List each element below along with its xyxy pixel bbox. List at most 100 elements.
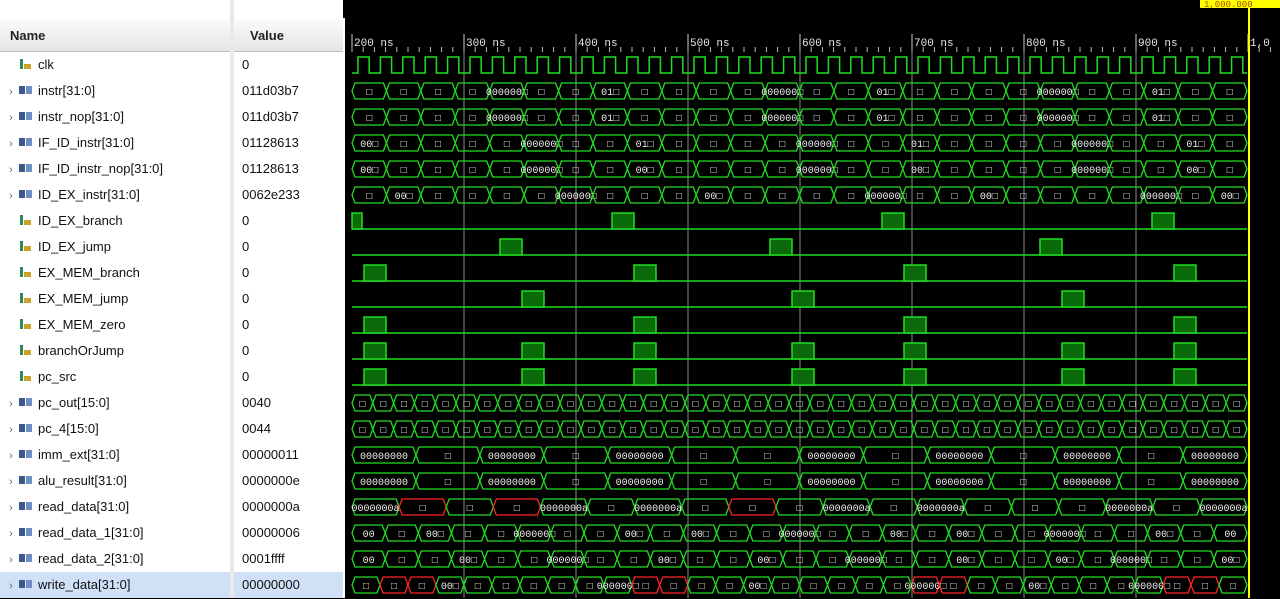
signal-row[interactable]: › pc_out[15:0] — [0, 390, 234, 416]
signal-row[interactable]: ID_EX_branch — [0, 208, 234, 234]
bus-value-label: □ — [445, 478, 451, 489]
expand-arrow-icon[interactable]: › — [4, 521, 18, 547]
signal-value: 0 — [242, 239, 250, 254]
bus-value-label: □ — [963, 426, 969, 437]
bus-value-label: □ — [1234, 400, 1240, 411]
tick-label: 800 ns — [1026, 38, 1066, 50]
bus-value-label: □ — [880, 400, 886, 411]
bus-value-label: □ — [445, 452, 451, 463]
expand-arrow-icon[interactable]: › — [4, 183, 18, 209]
signal-row[interactable]: › instr_nop[31:0] — [0, 104, 234, 130]
signal-row[interactable]: › IF_ID_instr_nop[31:0] — [0, 156, 234, 182]
name-column-header[interactable]: Name — [0, 20, 230, 52]
bus-value-label: □ — [730, 530, 736, 541]
bus-value-label: □ — [1005, 426, 1011, 437]
bus-value-label: □ — [1213, 426, 1219, 437]
bus-value-label: □ — [484, 426, 490, 437]
bus-value-label: □ — [1067, 400, 1073, 411]
bus-value-label: □ — [1161, 556, 1167, 567]
bus-value-label: □ — [763, 530, 769, 541]
bus-value-label: 00000000 — [807, 478, 855, 489]
bus-value-label: □ — [1192, 114, 1198, 125]
signal-row[interactable]: pc_src — [0, 364, 234, 390]
signal-row[interactable]: EX_MEM_jump — [0, 286, 234, 312]
bus-value-label: 000000□ — [845, 556, 887, 567]
bus-value-label: □ — [435, 88, 441, 99]
bus-value-label: □ — [463, 400, 469, 411]
signal-row[interactable]: › ID_EX_instr[31:0] — [0, 182, 234, 208]
bus-value-label: □ — [699, 582, 705, 593]
expand-arrow-icon[interactable]: › — [4, 105, 18, 131]
waveform-area[interactable]: 200 ns 300 ns 400 ns 500 ns 600 ns 700 ns 800 … — [348, 0, 1280, 598]
bus-value-label: □ — [366, 192, 372, 203]
signal-row[interactable]: EX_MEM_branch — [0, 260, 234, 286]
bus-value-label: □ — [779, 166, 785, 177]
bus-value-label: □ — [1150, 426, 1156, 437]
expand-arrow-icon[interactable]: › — [4, 443, 18, 469]
signal-pulse — [363, 368, 387, 386]
signal-row[interactable]: › instr[31:0] — [0, 78, 234, 104]
bus-value-label: □ — [608, 504, 614, 515]
bus-value-label: □ — [838, 582, 844, 593]
signal-row[interactable]: › IF_ID_instr[31:0] — [0, 130, 234, 156]
bus-value-label: 00000000 — [807, 452, 855, 463]
bus-signal-icon — [18, 183, 34, 198]
signal-row[interactable]: › imm_ext[31:0] — [0, 442, 234, 468]
bus-value-label: □ — [848, 114, 854, 125]
bus-value-label: □ — [676, 114, 682, 125]
signal-pulse — [521, 368, 545, 386]
expand-arrow-icon[interactable]: › — [4, 495, 18, 521]
signal-row[interactable]: ID_EX_jump — [0, 234, 234, 260]
bus-value-label: 00000000 — [1191, 452, 1239, 463]
signal-row[interactable]: EX_MEM_zero — [0, 312, 234, 338]
bus-value-label: □ — [830, 556, 836, 567]
bus-value-label: □ — [917, 192, 923, 203]
expand-arrow-icon[interactable]: › — [4, 131, 18, 157]
bus-value-label: □ — [848, 140, 854, 151]
signal-name: EX_MEM_jump — [38, 291, 129, 306]
bus-value-label: □ — [1124, 114, 1130, 125]
signal-row[interactable]: › pc_4[15:0] — [0, 416, 234, 442]
expand-arrow-icon[interactable]: › — [4, 157, 18, 183]
signal-name: imm_ext[31:0] — [38, 447, 120, 462]
bit-signal-icon — [18, 287, 34, 303]
expand-arrow-icon[interactable]: › — [4, 469, 18, 495]
signal-row[interactable]: clk — [0, 52, 234, 78]
bus-value-label: □ — [1089, 192, 1095, 203]
expand-arrow-icon[interactable]: › — [4, 391, 18, 417]
tick-label: 200 ns — [354, 38, 394, 50]
bus-value-label: □ — [642, 114, 648, 125]
bus-value-label: 000000□ — [796, 140, 838, 151]
bus-value-label: □ — [643, 582, 649, 593]
expand-arrow-icon[interactable]: › — [4, 547, 18, 573]
signal-pulse — [633, 264, 657, 282]
signal-row[interactable]: branchOrJump — [0, 338, 234, 364]
signal-row[interactable]: › alu_result[31:0] — [0, 468, 234, 494]
bus-value-label: □ — [929, 556, 935, 567]
expand-arrow-icon[interactable]: › — [4, 417, 18, 443]
bus-value-label: □ — [422, 400, 428, 411]
value-column-header[interactable]: Value — [234, 20, 343, 52]
bus-value-label: □ — [901, 400, 907, 411]
bus-value-label: □ — [435, 192, 441, 203]
expand-arrow-icon[interactable]: › — [4, 79, 18, 105]
signal-pulse — [1173, 342, 1197, 360]
signal-value: 00000000 — [234, 572, 343, 598]
signal-value: 0062e233 — [242, 187, 300, 202]
bus-value-label: 000000□ — [1071, 140, 1113, 151]
signal-row[interactable]: › write_data[31:0] — [0, 572, 234, 598]
bus-value-label: □ — [435, 114, 441, 125]
signal-row[interactable]: › read_data_2[31:0] — [0, 546, 234, 572]
bus-value-label: □ — [1020, 192, 1026, 203]
bus-value-label: □ — [848, 192, 854, 203]
bus-value-label: □ — [401, 88, 407, 99]
signal-row[interactable]: › read_data_1[31:0] — [0, 520, 234, 546]
waveform-canvas[interactable]: 200 ns 300 ns 400 ns 500 ns 600 ns 700 ns 800 … — [348, 0, 1280, 598]
bus-value-label: □ — [538, 114, 544, 125]
expand-arrow-icon[interactable]: › — [4, 573, 18, 599]
signal-row[interactable]: › read_data[31:0] — [0, 494, 234, 520]
bus-value-label: □ — [710, 166, 716, 177]
bus-value-label: 00□ — [395, 192, 413, 203]
bus-value-label: □ — [1095, 530, 1101, 541]
bus-value-label: 000000□ — [1071, 166, 1113, 177]
